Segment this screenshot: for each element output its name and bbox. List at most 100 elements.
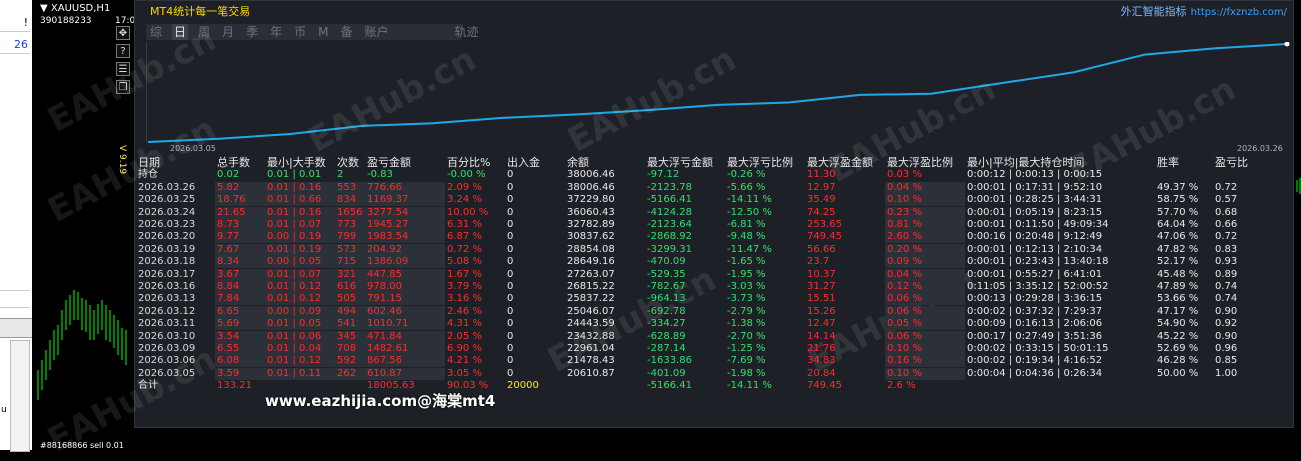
table-cell: 28854.08 bbox=[567, 243, 615, 255]
table-cell: 3.16 % bbox=[447, 293, 482, 305]
table-cell: 2026.03.19 bbox=[138, 243, 196, 255]
table-cell: 0:00:04 | 0:04:36 | 0:26:34 bbox=[967, 367, 1103, 379]
column-band bbox=[215, 343, 445, 355]
table-cell: 0:00:01 | 0:17:31 | 9:52:10 bbox=[967, 181, 1103, 193]
table-cell: 2026.03.24 bbox=[138, 206, 196, 218]
table-cell: 0.66 bbox=[1215, 219, 1238, 230]
table-cell: 4.21 % bbox=[447, 355, 482, 367]
table-cell: 23.7 bbox=[807, 256, 830, 268]
table-cell: 次数 bbox=[337, 156, 359, 169]
table-cell: 8.73 bbox=[217, 219, 240, 230]
table-cell: 2.09 % bbox=[447, 181, 482, 193]
column-band bbox=[215, 293, 445, 306]
table-cell: 0:00:01 | 0:28:25 | 3:44:31 bbox=[967, 194, 1103, 206]
table-cell: 573 bbox=[337, 243, 357, 255]
table-cell: -2.70 % bbox=[727, 330, 766, 342]
table-cell: 602.46 bbox=[367, 305, 402, 317]
table-cell: 0 bbox=[507, 231, 514, 243]
table-cell: 10.37 bbox=[807, 268, 836, 280]
tab-8[interactable]: 备 bbox=[338, 24, 354, 40]
table-cell: 8.34 bbox=[217, 256, 240, 268]
table-cell: 0:00:01 | 0:23:43 | 13:40:18 bbox=[967, 256, 1109, 268]
table-cell: -2868.92 bbox=[647, 231, 692, 243]
table-cell: 253.65 bbox=[807, 219, 842, 230]
table-cell: 0.20 % bbox=[887, 243, 922, 255]
table-cell: 21.65 bbox=[217, 206, 246, 218]
tab-9[interactable]: 账户 bbox=[362, 24, 390, 40]
table-cell: 38006.46 bbox=[567, 181, 615, 193]
table-cell: 胜率 bbox=[1157, 156, 1179, 169]
table-cell: 2026.03.13 bbox=[138, 293, 196, 305]
table-cell: 26815.22 bbox=[567, 281, 615, 292]
table-cell: 0.01 | 0.12 bbox=[267, 355, 322, 367]
table-cell: 708 bbox=[337, 343, 357, 354]
table-cell: 22961.04 bbox=[567, 343, 615, 354]
table-cell: 0.93 bbox=[1215, 256, 1238, 268]
tab-4[interactable]: 季 bbox=[244, 24, 260, 40]
table-cell: 总手数 bbox=[217, 156, 250, 169]
left-scrollbar[interactable] bbox=[10, 340, 30, 452]
table-cell: 0.10 % bbox=[887, 367, 922, 379]
table-cell: 持仓 bbox=[138, 169, 158, 181]
table-cell: 553 bbox=[337, 181, 357, 193]
table-cell: 0.16 % bbox=[887, 355, 922, 367]
table-cell: -14.11 % bbox=[727, 380, 772, 392]
table-cell: -287.14 bbox=[647, 343, 686, 354]
table-cell: -3.03 % bbox=[727, 281, 766, 292]
table-cell: 3.59 bbox=[217, 367, 240, 379]
table-cell: 0.01 | 0.05 bbox=[267, 318, 322, 330]
tab-7[interactable]: M bbox=[316, 24, 330, 40]
table-cell: 0.57 bbox=[1215, 194, 1238, 206]
table-cell: 7.84 bbox=[217, 293, 240, 305]
table-cell: 0:00:12 | 0:00:13 | 0:00:15 bbox=[967, 169, 1103, 181]
table-cell: 15.51 bbox=[807, 293, 836, 305]
table-cell: 2026.03.06 bbox=[138, 355, 196, 367]
table-cell: 74.25 bbox=[807, 206, 836, 218]
brand-link[interactable]: 外汇智能指标 https://fxznzb.com/ bbox=[1121, 3, 1287, 19]
table-cell: 1.67 % bbox=[447, 268, 482, 280]
table-cell: 57.70 % bbox=[1157, 206, 1199, 218]
table-cell: 28649.16 bbox=[567, 256, 615, 268]
column-band bbox=[215, 243, 445, 256]
move-icon[interactable]: ✥ bbox=[116, 26, 130, 40]
table-cell: 1386.09 bbox=[367, 256, 409, 268]
table-cell: 20610.87 bbox=[567, 367, 615, 379]
table-cell: 0.96 bbox=[1215, 343, 1238, 354]
table-cell: 2026.03.25 bbox=[138, 194, 196, 206]
table-cell: 8.84 bbox=[217, 281, 240, 292]
table-cell: 0:00:02 | 0:37:32 | 7:29:37 bbox=[967, 305, 1103, 317]
table-cell: -964.13 bbox=[647, 293, 686, 305]
tab-5[interactable]: 年 bbox=[268, 24, 284, 40]
tab-6[interactable]: 币 bbox=[292, 24, 308, 40]
tab-3[interactable]: 月 bbox=[220, 24, 236, 40]
table-cell: 447.85 bbox=[367, 268, 402, 280]
table-cell: 0 bbox=[507, 181, 514, 193]
table-cell: 0.10 % bbox=[887, 194, 922, 206]
table-cell: 0.12 % bbox=[887, 281, 922, 292]
column-band bbox=[215, 206, 445, 219]
left-cell-alert[interactable]: ! bbox=[0, 14, 30, 32]
table-cell: 3.54 bbox=[217, 330, 240, 342]
table-cell: -470.09 bbox=[647, 256, 686, 268]
table-cell: 盈亏比 bbox=[1215, 156, 1248, 169]
table-cell: -1.25 % bbox=[727, 343, 766, 354]
tab-0[interactable]: 综 bbox=[148, 24, 164, 40]
left-cell-number[interactable]: 26 bbox=[0, 36, 30, 54]
table-cell: 32782.89 bbox=[567, 219, 615, 230]
table-cell: 0.01 | 0.07 bbox=[267, 268, 322, 280]
table-cell: 1482.61 bbox=[367, 343, 409, 354]
help-icon[interactable]: ? bbox=[116, 44, 130, 58]
table-cell: 10.00 % bbox=[447, 206, 489, 218]
tab-10[interactable]: 轨迹 bbox=[453, 24, 481, 40]
table-cell: 0 bbox=[507, 219, 514, 230]
table-cell: 0.03 % bbox=[887, 169, 922, 181]
left-separator bbox=[0, 318, 32, 338]
table-cell: 2026.03.17 bbox=[138, 268, 196, 280]
table-cell: 505 bbox=[337, 293, 357, 305]
column-band bbox=[215, 181, 445, 194]
brand-url[interactable]: https://fxznzb.com/ bbox=[1191, 7, 1287, 18]
table-cell: 0.01 | 0.06 bbox=[267, 330, 322, 342]
table-cell: 3.24 % bbox=[447, 194, 482, 206]
table-cell: 0.04 % bbox=[887, 268, 922, 280]
column-band bbox=[215, 367, 445, 380]
